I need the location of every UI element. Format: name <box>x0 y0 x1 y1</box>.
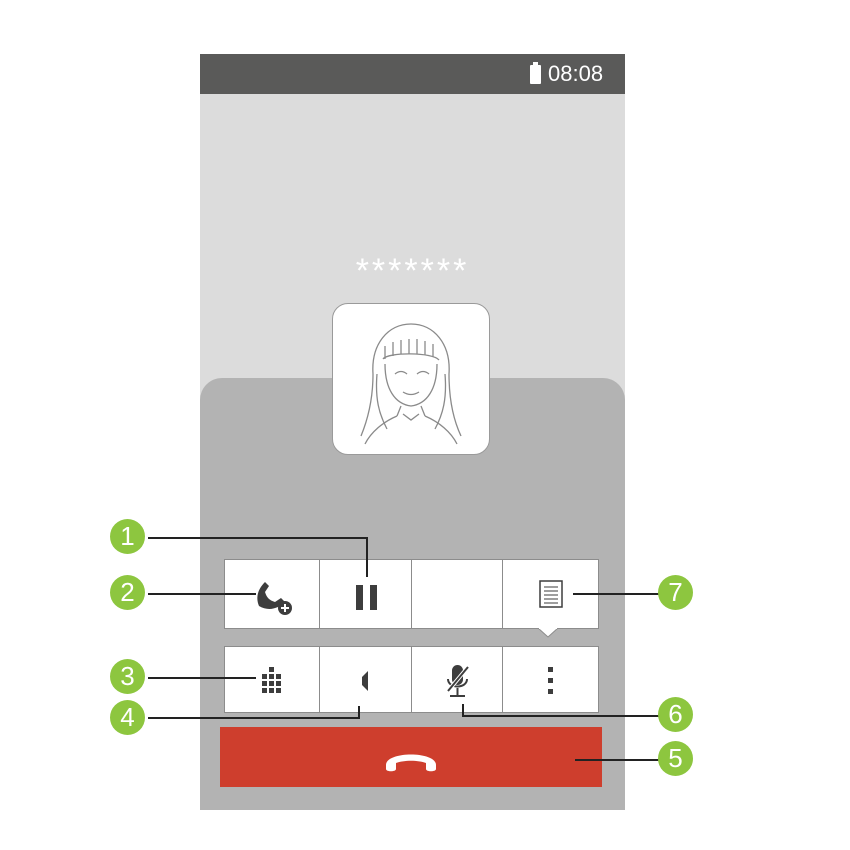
battery-full-icon <box>530 62 541 84</box>
end-call-icon <box>386 754 436 772</box>
end-call-button[interactable] <box>220 727 602 787</box>
callout-1: 1 <box>110 519 145 554</box>
more-options-icon <box>548 667 553 694</box>
notes-icon <box>539 580 563 608</box>
caller-number: ******* <box>355 252 470 290</box>
callout-6: 6 <box>658 697 693 732</box>
callout-2-line <box>148 593 256 595</box>
phone-screen: 08:08 ******* <box>200 54 625 810</box>
callout-3-line <box>148 677 256 679</box>
callout-7-line <box>573 593 660 595</box>
callout-4: 4 <box>110 700 145 735</box>
status-bar: 08:08 <box>200 54 625 94</box>
contact-photo-girl-icon <box>360 323 462 445</box>
contact-photo <box>332 303 490 455</box>
dialpad-icon <box>262 667 281 693</box>
callout-3: 3 <box>110 659 145 694</box>
callout-6-line <box>464 715 660 717</box>
dialpad-button[interactable] <box>224 646 320 713</box>
speaker-icon <box>362 671 368 691</box>
callout-1-vert <box>366 537 368 577</box>
callout-5: 5 <box>658 741 693 776</box>
status-time: 08:08 <box>548 61 604 86</box>
callout-2: 2 <box>110 575 145 610</box>
add-call-icon <box>257 582 292 615</box>
callout-5-line <box>575 759 660 761</box>
callout-7: 7 <box>658 575 693 610</box>
mute-mic-icon <box>446 665 470 697</box>
speaker-button[interactable] <box>319 646 412 713</box>
callout-4-vert <box>358 706 360 719</box>
callout-6-vert <box>462 704 464 717</box>
callout-1-line <box>148 537 367 539</box>
empty-button[interactable] <box>411 559 503 629</box>
callout-4-line <box>148 717 360 719</box>
notes-pointer <box>538 628 558 638</box>
more-options-button[interactable] <box>502 646 599 713</box>
mute-button[interactable] <box>411 646 503 713</box>
